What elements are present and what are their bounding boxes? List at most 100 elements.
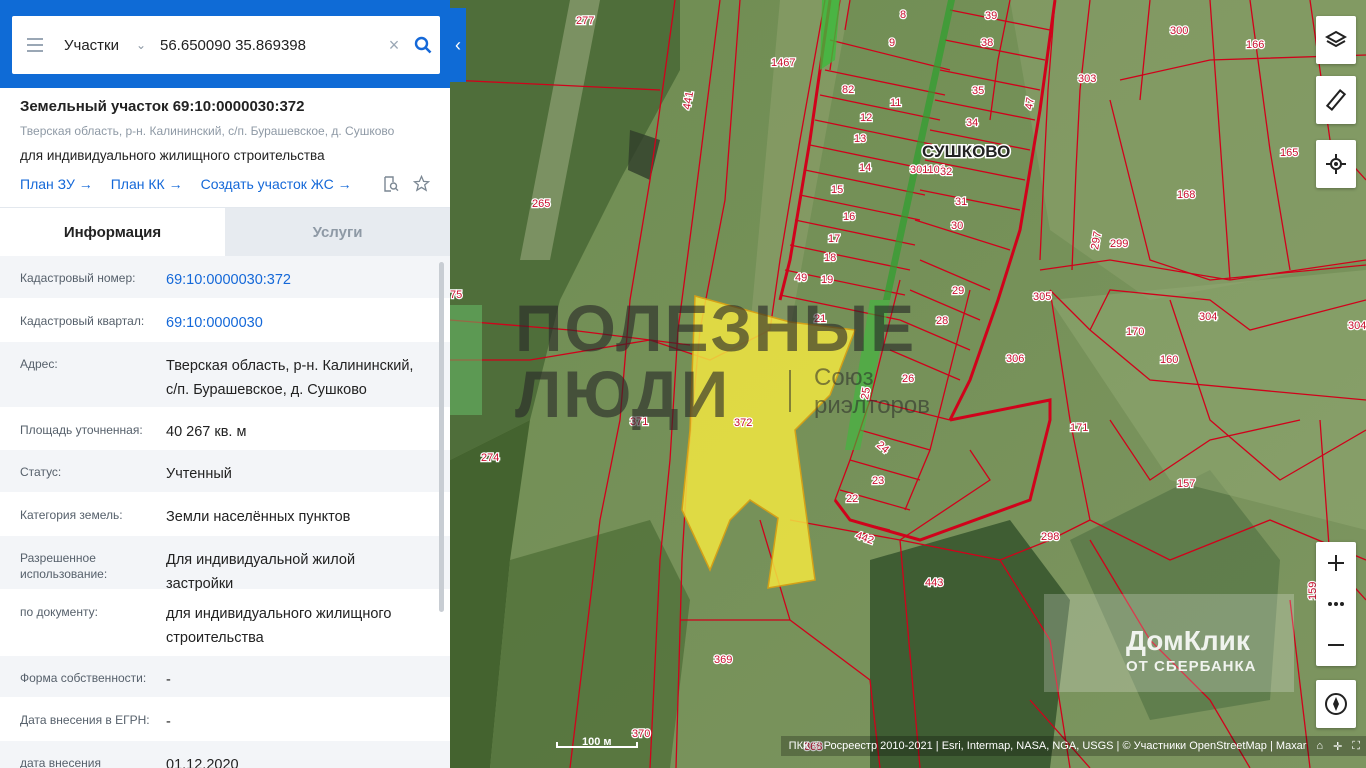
info-row-value: для индивидуального жилищного строительс… <box>166 606 392 646</box>
minus-icon <box>1328 643 1344 646</box>
ruler-icon <box>1325 89 1347 111</box>
svg-text:168: 168 <box>1177 189 1195 201</box>
plot-links: План ЗУ → План КК → Создать участок ЖС → <box>20 175 430 192</box>
info-row: Дата внесения в ЕГРН: - <box>0 698 450 741</box>
info-row-label: Дата внесения в ЕГРН: <box>20 713 150 727</box>
info-row: Адрес: Тверская область, р-н. Калинински… <box>0 342 450 408</box>
svg-text:29: 29 <box>952 285 964 297</box>
watermark-text-line2: ЛЮДИ <box>515 357 731 431</box>
chevron-left-icon: ‹ <box>455 34 461 55</box>
more-dots-icon <box>1328 601 1344 606</box>
watermark-text-line1: ПОЛЕЗНЫЕ <box>515 291 917 365</box>
svg-text:9: 9 <box>889 37 895 49</box>
svg-text:304: 304 <box>1348 320 1366 332</box>
svg-text:19: 19 <box>821 274 833 286</box>
info-row-value: - <box>166 714 171 730</box>
plus-icon <box>1328 554 1344 571</box>
create-plot-link[interactable]: Создать участок ЖС → <box>201 176 352 192</box>
watermark-divider <box>789 370 791 412</box>
svg-text:369: 369 <box>714 654 732 666</box>
svg-text:299: 299 <box>1110 238 1128 250</box>
plot-purpose: для индивидуального жилищного строительс… <box>20 148 325 163</box>
info-row-label: Кадастровый номер: <box>20 271 136 285</box>
tab-info[interactable]: Информация <box>0 208 225 256</box>
tab-services[interactable]: Услуги <box>225 208 450 256</box>
search-type-select[interactable]: Участки <box>58 37 136 54</box>
info-row: Форма собственности: - <box>0 656 450 698</box>
info-panel: Участки ⌄ × Земельный участок 69:10:0000… <box>0 0 450 768</box>
info-row-value: Для индивидуальной жилой застройки <box>166 552 356 592</box>
plan-kk-link[interactable]: План КК → <box>111 176 183 192</box>
svg-text:32: 32 <box>940 166 952 178</box>
search-icon <box>414 36 432 54</box>
svg-text:370: 370 <box>632 728 650 740</box>
panel-tabs: Информация Услуги <box>0 208 450 256</box>
svg-text:18: 18 <box>824 252 836 264</box>
svg-text:303: 303 <box>1078 73 1096 85</box>
menu-icon[interactable] <box>12 38 58 52</box>
info-row-value: - <box>166 672 171 688</box>
geolocate-button[interactable] <box>1316 140 1356 188</box>
svg-text:304: 304 <box>1199 311 1217 323</box>
info-row: Кадастровый квартал: 69:10:0000030 <box>0 299 450 342</box>
layers-button[interactable] <box>1316 16 1356 64</box>
info-row-value: 01.12.2020 <box>166 757 239 768</box>
svg-text:30: 30 <box>951 220 963 232</box>
star-icon[interactable] <box>413 175 430 192</box>
plot-title: Земельный участок 69:10:0000030:372 <box>20 98 305 115</box>
fullscreen-icon[interactable]: ⛶ <box>1352 740 1360 753</box>
svg-text:298: 298 <box>1041 531 1059 543</box>
svg-text:277: 277 <box>576 15 594 27</box>
svg-text:165: 165 <box>1280 147 1298 159</box>
info-row-label: Кадастровый квартал: <box>20 314 145 328</box>
info-table: Кадастровый номер: 69:10:0000030:372 Кад… <box>0 256 450 768</box>
chevron-down-icon[interactable]: ⌄ <box>136 38 158 52</box>
svg-text:75: 75 <box>450 289 462 301</box>
svg-text:170: 170 <box>1126 326 1144 338</box>
plot-header: Земельный участок 69:10:0000030:372 Твер… <box>0 88 450 208</box>
info-row: Категория земель: Земли населённых пункт… <box>0 493 450 536</box>
svg-text:1467: 1467 <box>771 57 795 69</box>
info-row-label: Статус: <box>20 465 62 479</box>
info-row-value: Тверская область, р-н. Калининский, с/п.… <box>166 358 414 398</box>
svg-text:305: 305 <box>1033 291 1051 303</box>
svg-text:16: 16 <box>843 211 855 223</box>
plot-address: Тверская область, р-н. Калининский, с/п.… <box>20 124 395 138</box>
crosshair-icon <box>1326 154 1346 174</box>
ruler-button[interactable] <box>1316 76 1356 124</box>
search-input[interactable] <box>158 36 382 54</box>
svg-text:171: 171 <box>1070 422 1088 434</box>
locate-small-icon[interactable]: ✛ <box>1333 740 1342 753</box>
domclick-watermark-title: ДомКлик <box>1126 625 1250 656</box>
svg-text:82: 82 <box>842 84 854 96</box>
info-row: по документу: для индивидуального жилищн… <box>0 590 450 656</box>
domclick-watermark-sub: ОТ СБЕРБАНКА <box>1126 658 1257 675</box>
village-label: СУШКОВО <box>922 142 1010 161</box>
svg-text:13: 13 <box>854 133 866 145</box>
more-button[interactable] <box>1316 583 1356 624</box>
cadastral-quarter-link[interactable]: 69:10:0000030 <box>166 299 430 341</box>
svg-text:8: 8 <box>900 9 906 21</box>
compass-button[interactable] <box>1316 680 1356 728</box>
attribution-text: ПКК © Росреестр 2010-2021 | Esri, Interm… <box>788 740 1307 752</box>
map-attribution: ПКК © Росреестр 2010-2021 | Esri, Interm… <box>780 736 1366 756</box>
panel-scrollbar[interactable] <box>439 262 444 612</box>
collapse-panel-button[interactable]: ‹ <box>450 8 466 82</box>
search-button[interactable] <box>406 36 440 54</box>
zoom-out-button[interactable] <box>1316 624 1356 665</box>
clear-icon[interactable]: × <box>382 35 406 56</box>
scale-label: 100 м <box>582 736 612 748</box>
svg-text:300: 300 <box>1170 25 1188 37</box>
home-icon[interactable]: ⌂ <box>1316 740 1323 752</box>
info-row-label: Адрес: <box>20 357 58 371</box>
document-search-icon[interactable] <box>383 175 399 192</box>
cadastral-number-link[interactable]: 69:10:0000030:372 <box>166 256 430 298</box>
info-row-label: Категория земель: <box>20 508 123 522</box>
plan-zu-link[interactable]: План ЗУ → <box>20 176 93 192</box>
info-row-label: Форма собственности: <box>20 671 147 685</box>
svg-text:26: 26 <box>902 373 914 385</box>
zoom-in-button[interactable] <box>1316 542 1356 583</box>
svg-text:22: 22 <box>846 493 858 505</box>
info-row: Статус: Учтенный <box>0 450 450 493</box>
svg-text:28: 28 <box>936 315 948 327</box>
